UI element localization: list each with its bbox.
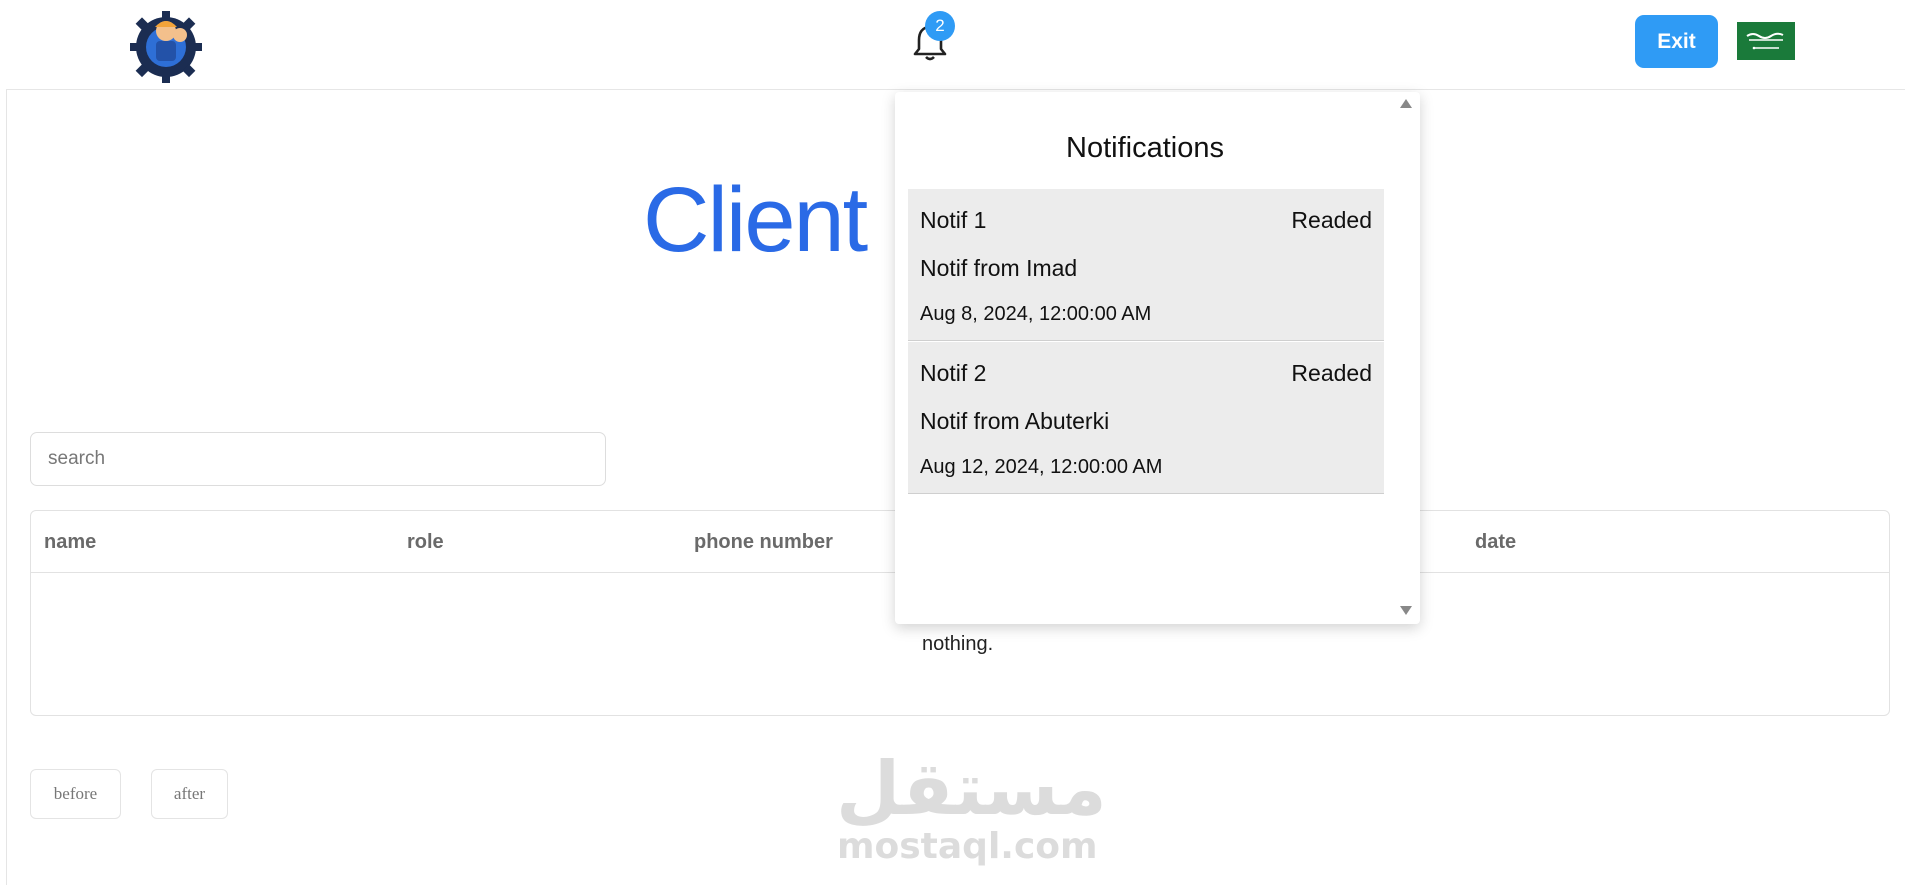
- column-header-name[interactable]: name: [44, 531, 96, 554]
- mechanic-logo-icon: [130, 11, 202, 83]
- watermark-latin: mostaql.com: [837, 826, 1098, 867]
- exit-button[interactable]: Exit: [1635, 15, 1718, 68]
- notification-title: Notif 2: [920, 360, 987, 386]
- top-header: 2 Exit: [6, 0, 1905, 90]
- saudi-flag-language-icon[interactable]: [1737, 22, 1795, 60]
- notification-body: Notif from Abuterki: [920, 408, 1110, 434]
- notification-count-badge: 2: [925, 11, 955, 41]
- column-header-date[interactable]: date: [1475, 531, 1516, 554]
- notification-body: Notif from Imad: [920, 255, 1078, 281]
- column-header-role[interactable]: role: [407, 531, 444, 554]
- watermark-arabic: مستقل: [836, 746, 1107, 832]
- notification-status: Readed: [1291, 360, 1372, 386]
- notification-status: Readed: [1291, 207, 1372, 233]
- notification-date: Aug 12, 2024, 12:00:00 AM: [920, 456, 1163, 478]
- notifications-panel: Notifications Notif 1 Readed Notif from …: [895, 92, 1420, 624]
- empty-table-message: nothing.: [922, 633, 994, 655]
- notification-item[interactable]: Notif 2 Readed Notif from Abuterki Aug 1…: [908, 342, 1384, 494]
- notification-title: Notif 1: [920, 207, 987, 233]
- notification-date: Aug 8, 2024, 12:00:00 AM: [920, 303, 1152, 325]
- after-page-button[interactable]: after: [151, 769, 228, 819]
- before-page-button[interactable]: before: [30, 769, 121, 819]
- scroll-up-arrow-icon[interactable]: [1398, 96, 1414, 110]
- scroll-down-arrow-icon[interactable]: [1398, 604, 1414, 618]
- notifications-title: Notifications: [1066, 132, 1224, 164]
- column-header-phone-number[interactable]: phone number: [694, 531, 833, 554]
- search-input[interactable]: [30, 432, 606, 486]
- notification-item[interactable]: Notif 1 Readed Notif from Imad Aug 8, 20…: [908, 189, 1384, 341]
